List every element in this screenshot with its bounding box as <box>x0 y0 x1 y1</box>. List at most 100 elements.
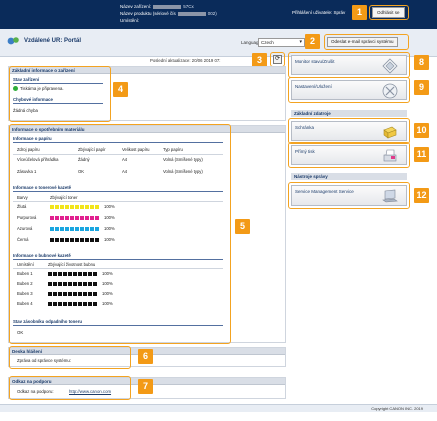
mailbox-label: Schránka <box>295 125 315 130</box>
direct-print-label: Přímý tisk <box>295 149 315 154</box>
redacted-value <box>153 4 182 9</box>
admin-tools-heading: Nástroje správy <box>291 173 407 180</box>
toner-level-bar <box>50 227 100 231</box>
toner-level-bar <box>50 205 100 209</box>
drum-percent: 100% <box>102 291 113 296</box>
paper-cell: OK <box>78 169 85 174</box>
refresh-icon[interactable]: ⟳ <box>273 55 282 64</box>
logout-button[interactable]: Odhlásit se <box>372 7 405 18</box>
redacted-value <box>177 11 206 16</box>
settings-registration-button[interactable]: Nastavení/Uložení <box>291 80 407 100</box>
paper-info-title: Informace o papíru <box>13 136 223 143</box>
drum-name: Buben 3 <box>17 291 33 296</box>
toner-info-title: Informace o tonerové kazetě <box>13 185 223 192</box>
badge-2: 2 <box>305 34 320 49</box>
divider <box>13 201 223 202</box>
copyright-text: Copyright CANON INC. 2019 <box>371 406 423 411</box>
toner-color-name: Žlutá <box>17 204 27 209</box>
badge-1: 1 <box>352 5 367 20</box>
badge-11: 11 <box>414 147 429 162</box>
chevron-down-icon: ▾ <box>299 39 302 45</box>
divider <box>13 268 223 269</box>
paper-header-source: Zdroj papíru <box>17 147 40 152</box>
location-label: Umístění: <box>120 18 140 23</box>
toner-color-name: Azurová <box>17 226 33 231</box>
monitor-icon <box>382 58 398 74</box>
device-name-value: 57Cx <box>183 4 194 9</box>
error-heading: Chybové informace <box>13 97 103 104</box>
error-value: Žádná chyba <box>13 108 38 113</box>
paper-cell: Volná (Smíšené typy) <box>163 169 203 174</box>
toner-percent: 100% <box>104 226 115 231</box>
paper-cell: Zásuvka 1 <box>17 169 37 174</box>
toner-level-bar <box>50 238 100 242</box>
paper-header-remaining: Zbývající papír <box>78 147 106 152</box>
drum-header-location: Umístění <box>17 262 34 267</box>
waste-toner-title: Stav zásobníku odpadního toneru <box>13 319 223 326</box>
highlight-ring-7 <box>9 376 131 400</box>
toner-percent: 100% <box>104 215 115 220</box>
toner-percent: 100% <box>104 204 115 209</box>
support-label: Odkaz na podporu: <box>17 389 54 394</box>
direct-print-button[interactable]: Přímý tisk <box>291 145 407 165</box>
drum-level-bar <box>48 302 98 306</box>
settings-registration-label: Nastavení/Uložení <box>295 84 332 89</box>
laptop-icon <box>382 189 398 203</box>
drum-name: Buben 4 <box>17 301 33 306</box>
paper-cell: A4 <box>122 169 128 174</box>
monitor-status-button[interactable]: Monitor stavu/Zrušit <box>291 55 407 75</box>
email-admin-button[interactable]: Odeslat e-mail správci systému <box>327 37 398 47</box>
toner-percent: 100% <box>104 237 115 242</box>
status-heading: Stav zařízení <box>13 77 103 84</box>
drum-header-remaining: Zbývající životnost bubnu <box>48 262 96 267</box>
badge-10: 10 <box>414 123 429 138</box>
device-info-header: Název zařízení: 57Cx Název produktu (séri… <box>120 3 217 24</box>
last-update-text: Poslední aktualizace: 20/06 2019 07: <box>150 58 221 63</box>
language-select[interactable]: Czech ▾ <box>258 38 305 47</box>
waste-toner-value: OK <box>17 330 24 335</box>
mailbox-button[interactable]: Schránka <box>291 121 407 141</box>
highlight-ring-4 <box>9 66 111 122</box>
paper-header-size: Velikost papíru <box>122 147 150 152</box>
monitor-status-label: Monitor stavu/Zrušit <box>295 59 335 64</box>
basic-resources-heading: Základní zdatroje <box>291 110 407 117</box>
toner-color-name: Černá <box>17 237 29 242</box>
toner-level-bar <box>50 216 100 220</box>
drum-name: Buben 1 <box>17 271 33 276</box>
drum-percent: 100% <box>102 271 113 276</box>
status-ready-text: Tiskárna je připravena. <box>20 86 64 91</box>
badge-12: 12 <box>414 188 429 203</box>
drum-percent: 100% <box>102 301 113 306</box>
divider <box>13 154 223 155</box>
drum-percent: 100% <box>102 281 113 286</box>
settings-icon <box>382 83 398 99</box>
portal-logo-icon <box>7 37 19 45</box>
paper-cell: Žádný <box>78 157 90 162</box>
badge-7: 7 <box>138 379 153 394</box>
badge-5: 5 <box>235 219 250 234</box>
toner-header-remaining: Zbývající toner <box>50 195 78 200</box>
paper-header-type: Typ papíru <box>163 147 183 152</box>
service-management-button[interactable]: Service Management Service <box>291 185 407 206</box>
drum-info-title: Informace o bubnové kazetě <box>13 253 223 260</box>
drum-level-bar <box>48 272 98 276</box>
device-name-label: Název zařízení: <box>120 4 152 9</box>
paper-cell: Víceúčelová přihrádka <box>17 157 59 162</box>
drum-name: Buben 2 <box>17 281 33 286</box>
page-title: Vzdálené UR: Portál <box>24 38 82 44</box>
service-management-label: Service Management Service <box>295 189 354 194</box>
badge-6: 6 <box>138 349 153 364</box>
direct-print-icon <box>383 149 397 162</box>
support-link[interactable]: http://www.canon.com <box>69 389 111 394</box>
toner-header-colors: Barvy <box>17 195 28 200</box>
toner-color-name: Purpurová <box>17 215 37 220</box>
badge-8: 8 <box>414 55 429 70</box>
status-ok-icon <box>13 86 18 91</box>
language-value: Czech <box>261 40 274 45</box>
product-name-label: Název produktu (sériové čís <box>120 11 176 16</box>
drum-level-bar <box>48 282 98 286</box>
badge-9: 9 <box>414 80 429 95</box>
message-board-text: Zpráva od správce systému: <box>17 358 71 363</box>
login-user-label: Přihlášení uživatele: Správ <box>292 10 346 15</box>
product-name-value: 002) <box>207 11 217 16</box>
